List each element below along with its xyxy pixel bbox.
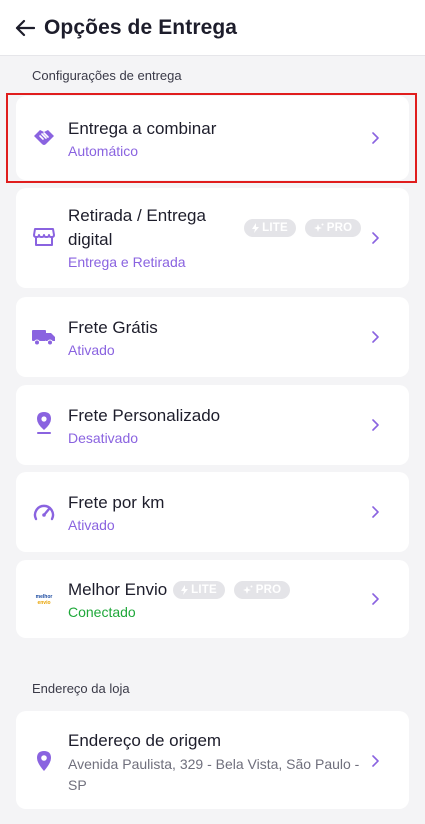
option-status: Desativado <box>68 430 139 446</box>
chevron-right-icon <box>369 755 381 767</box>
handshake-icon <box>32 125 56 149</box>
speedometer-icon <box>32 500 56 524</box>
option-title: Retirada / Entrega digital <box>68 206 206 249</box>
badge-lite: LITE <box>244 219 296 237</box>
section-label-delivery-settings: Configurações de entrega <box>32 68 182 83</box>
badge-pro: PRO <box>234 581 290 599</box>
option-title: Frete Grátis <box>68 318 158 337</box>
section-label-store-address: Endereço da loja <box>32 681 130 696</box>
chevron-right-icon <box>369 232 381 244</box>
option-frete-gratis[interactable]: Frete Grátis Ativado <box>16 297 409 377</box>
option-title: Frete por km <box>68 493 165 512</box>
location-icon <box>32 749 56 773</box>
store-icon <box>32 225 56 249</box>
option-frete-por-km[interactable]: Frete por km Ativado <box>16 472 409 552</box>
truck-icon <box>32 325 56 349</box>
option-endereco-de-origem[interactable]: Endereço de origem Avenida Paulista, 329… <box>16 711 409 809</box>
option-status: Automático <box>68 143 139 159</box>
option-status: Entrega e Retirada <box>68 254 186 270</box>
option-title: Endereço de origem <box>68 731 222 750</box>
map-pin-icon <box>32 411 56 435</box>
option-status: Conectado <box>68 604 136 620</box>
page-title: Opções de Entrega <box>44 15 238 39</box>
chevron-right-icon <box>369 593 381 605</box>
option-status: Ativado <box>68 517 115 533</box>
address-value: Avenida Paulista, 329 - Bela Vista, São … <box>68 756 360 793</box>
melhor-envio-logo: melhor envio <box>35 594 53 606</box>
option-entrega-a-combinar[interactable]: Entrega a combinar Automático <box>16 96 409 180</box>
option-title: Frete Personalizado <box>68 406 221 425</box>
option-title: Entrega a combinar <box>68 119 217 138</box>
back-arrow-icon[interactable] <box>13 16 37 40</box>
chevron-right-icon <box>369 419 381 431</box>
option-melhor-envio[interactable]: melhor envio Melhor Envio Conectado LITE… <box>16 560 409 638</box>
option-retirada-entrega-digital[interactable]: Retirada / Entrega digital Entrega e Ret… <box>16 188 409 288</box>
chevron-right-icon <box>369 331 381 343</box>
option-frete-personalizado[interactable]: Frete Personalizado Desativado <box>16 385 409 465</box>
option-status: Ativado <box>68 342 115 358</box>
badge-pro: PRO <box>305 219 361 237</box>
chevron-right-icon <box>369 132 381 144</box>
chevron-right-icon <box>369 506 381 518</box>
app-header: Opções de Entrega <box>0 0 425 56</box>
badge-lite: LITE <box>173 581 225 599</box>
